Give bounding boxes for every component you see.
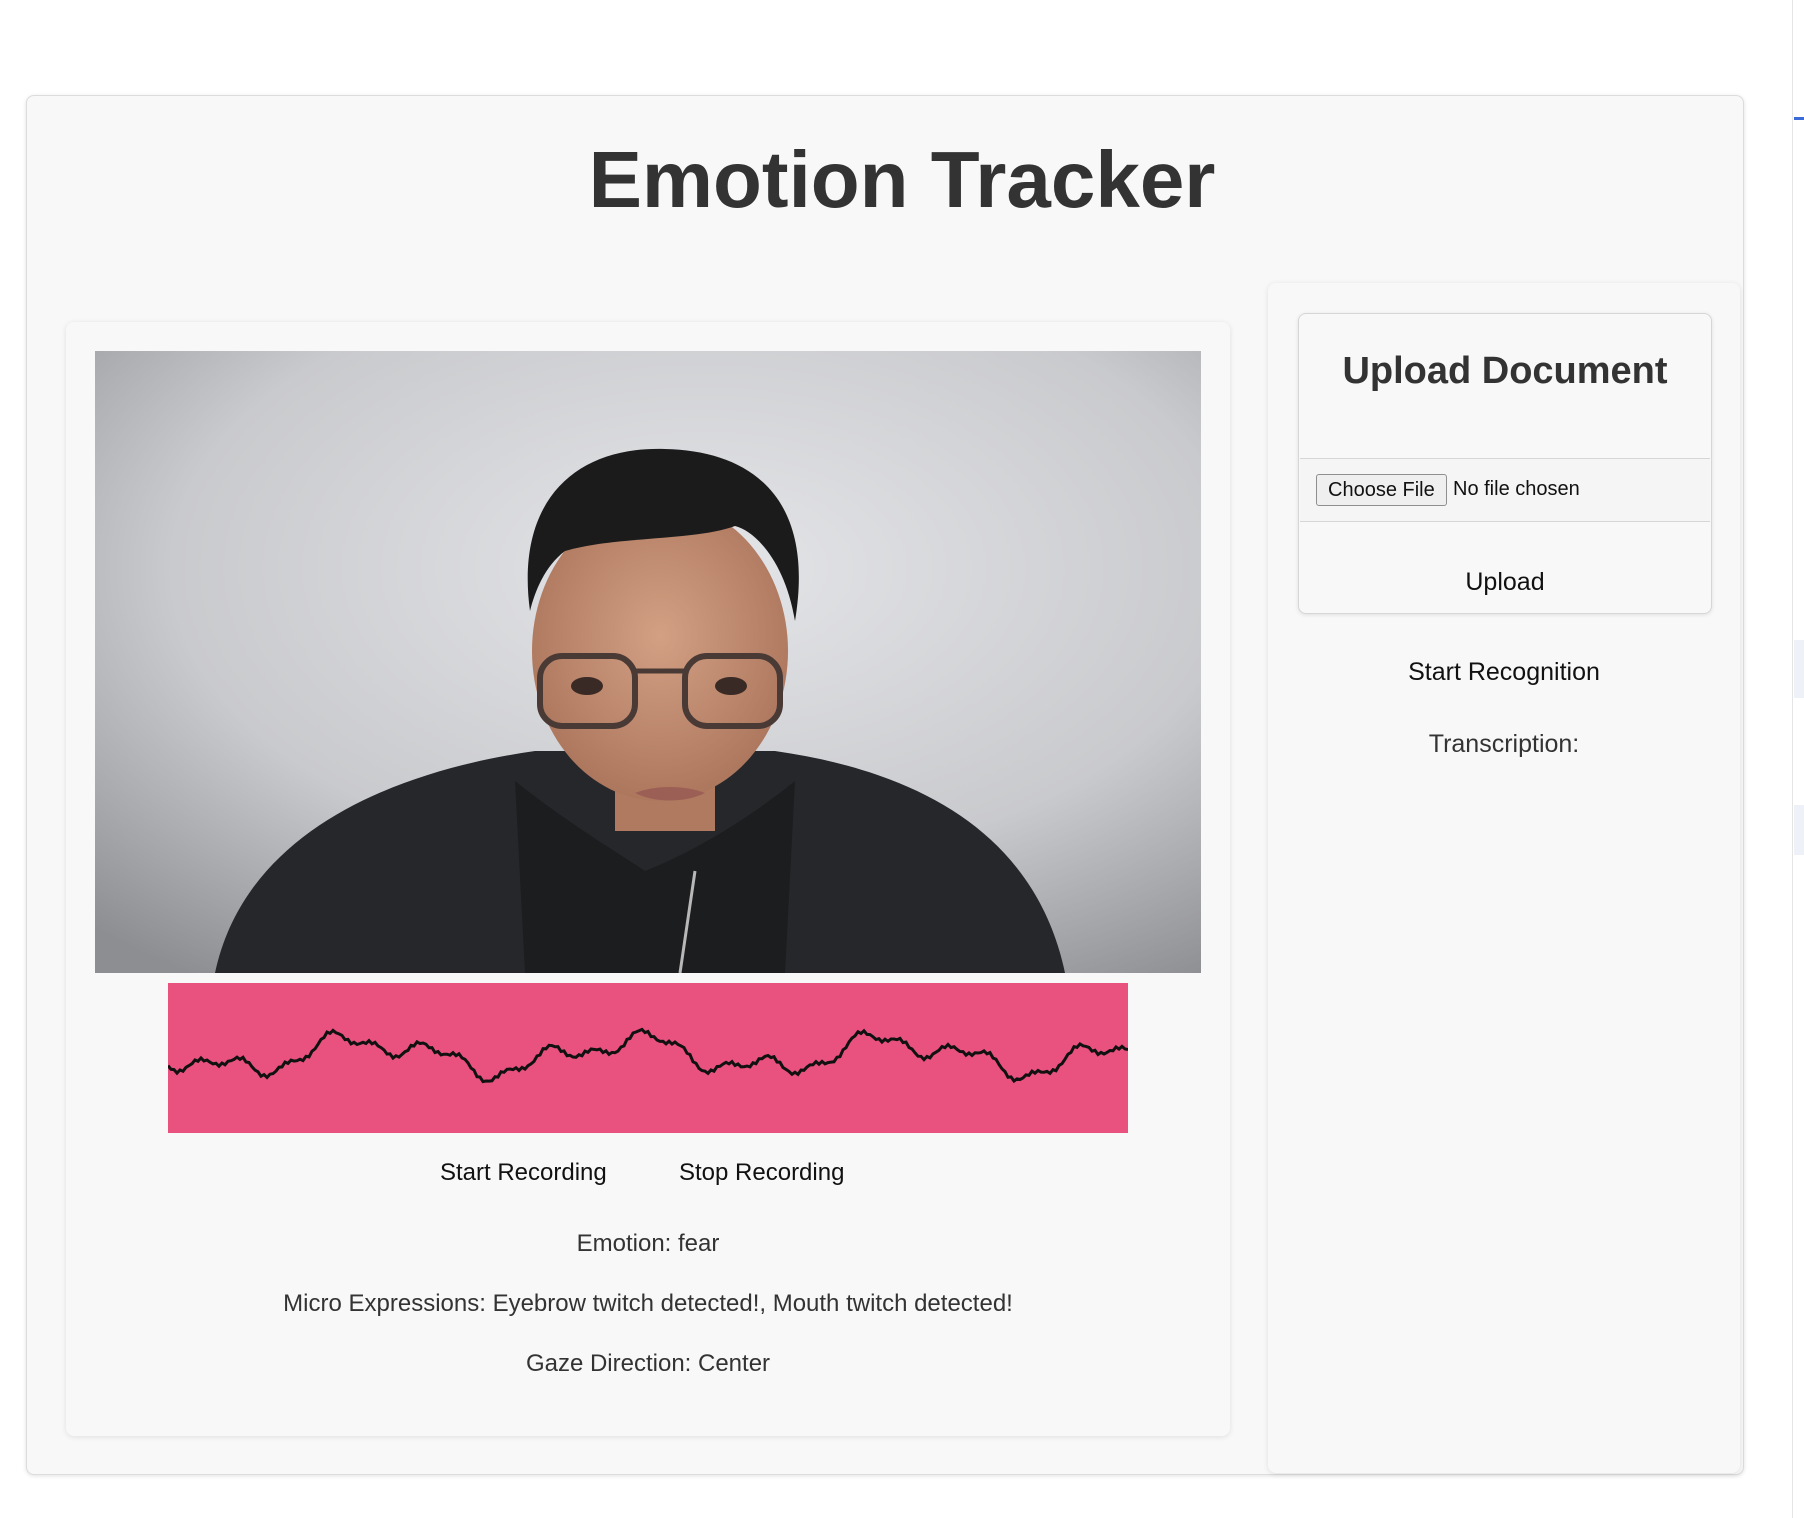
micro-expressions-label: Micro Expressions: Eyebrow twitch detect… <box>283 1290 1013 1317</box>
start-recognition-button[interactable]: Start Recognition <box>1268 652 1740 692</box>
edge-accent <box>1794 117 1804 120</box>
start-recording-button[interactable]: Start Recording <box>440 1155 607 1191</box>
edge-highlight <box>1794 640 1804 698</box>
transcription-label: Transcription: <box>1428 730 1580 758</box>
waveform-trace <box>168 1027 1128 1084</box>
file-input[interactable]: Choose File No file chosen <box>1300 458 1710 522</box>
upload-button[interactable]: Upload <box>1300 562 1710 602</box>
file-status-text: No file chosen <box>1453 478 1580 500</box>
page-title: Emotion Tracker <box>588 135 1216 224</box>
audio-waveform <box>168 983 1128 1133</box>
choose-file-button[interactable]: Choose File <box>1316 474 1447 506</box>
waveform-line <box>168 1027 1128 1084</box>
webcam-frame-image <box>95 351 1201 973</box>
stop-recording-button[interactable]: Stop Recording <box>679 1155 844 1191</box>
webcam-video <box>95 351 1201 973</box>
adjacent-window-edge <box>1792 0 1804 1518</box>
edge-highlight <box>1794 805 1804 855</box>
emotion-label: Emotion: fear <box>576 1230 720 1257</box>
upload-title: Upload Document <box>1342 350 1668 392</box>
gaze-direction-label: Gaze Direction: Center <box>525 1350 771 1377</box>
